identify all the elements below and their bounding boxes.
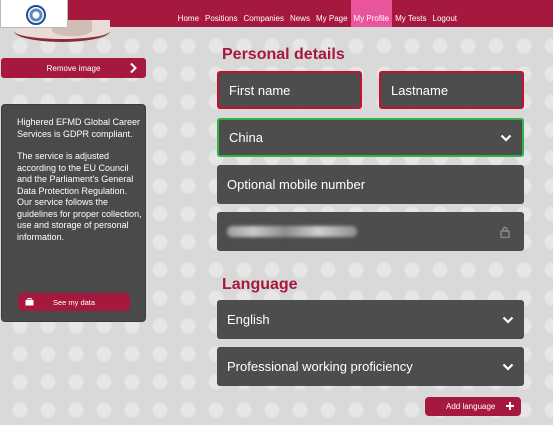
gdpr-compliance-text: Highered EFMD Global Career Services is … <box>17 117 141 139</box>
see-my-data-button[interactable]: See my data <box>18 293 130 311</box>
chevron-down-icon <box>502 363 514 371</box>
chevron-down-icon <box>502 316 514 324</box>
nav-companies[interactable]: Companies <box>240 0 286 27</box>
gdpr-regulation-text: The service is adjusted according to the… <box>17 151 142 242</box>
redacted-email-value <box>227 226 357 237</box>
language-heading: Language <box>222 276 298 293</box>
plus-icon <box>506 402 514 410</box>
country-select[interactable]: China <box>217 118 524 157</box>
site-logo[interactable] <box>0 0 68 28</box>
country-value: China <box>229 130 263 145</box>
proficiency-select[interactable]: Professional working proficiency <box>217 347 524 386</box>
language-value: English <box>227 312 270 327</box>
first-name-placeholder: First name <box>229 82 291 98</box>
nav-news[interactable]: News <box>287 0 313 27</box>
lastname-placeholder: Lastname <box>391 82 449 98</box>
add-language-button[interactable]: Add language <box>425 397 521 416</box>
lastname-field[interactable]: Lastname <box>379 71 524 109</box>
personal-details-heading: Personal details <box>222 46 345 63</box>
see-my-data-label: See my data <box>52 297 96 307</box>
nav-my-tests[interactable]: My Tests <box>392 0 429 27</box>
nav-home[interactable]: Home <box>175 0 202 27</box>
mobile-number-placeholder: Optional mobile number <box>227 177 366 192</box>
first-name-field[interactable]: First name <box>217 71 362 109</box>
add-language-label: Add language <box>446 402 496 411</box>
remove-image-label: Remove image <box>46 63 101 73</box>
email-field-locked <box>217 212 524 251</box>
nav-my-profile[interactable]: My Profile <box>350 0 393 27</box>
gdpr-info-card: Highered EFMD Global Career Services is … <box>1 104 146 322</box>
nav-positions[interactable]: Positions <box>202 0 240 27</box>
lock-icon <box>500 226 510 238</box>
briefcase-icon <box>25 298 34 306</box>
language-select[interactable]: English <box>217 300 524 339</box>
gdpr-info-text: Highered EFMD Global Career Services is … <box>17 117 142 254</box>
nav-logout[interactable]: Logout <box>430 0 460 27</box>
mobile-number-field[interactable]: Optional mobile number <box>217 165 524 204</box>
chevron-down-icon <box>500 134 512 142</box>
chevron-right-icon <box>130 62 137 74</box>
remove-image-button[interactable]: Remove image <box>1 58 146 78</box>
proficiency-value: Professional working proficiency <box>227 359 413 374</box>
nav-my-page[interactable]: My Page <box>313 0 351 27</box>
seal-logo-icon <box>26 5 46 25</box>
main-nav: Home Positions Companies News My Page My… <box>175 0 460 27</box>
